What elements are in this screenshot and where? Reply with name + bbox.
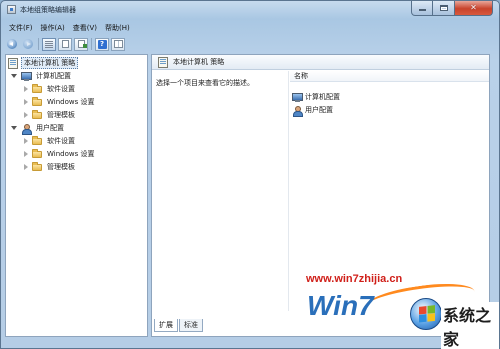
- app-window: 本地组策略编辑器 ✕ 文件(F) 操作(A) 查看(V) 帮助(H) ? 本地计…: [0, 0, 500, 349]
- toolbar: ?: [5, 36, 127, 52]
- close-icon: ✕: [470, 3, 477, 12]
- forward-button[interactable]: [21, 38, 35, 51]
- tab-extended[interactable]: 扩展: [154, 319, 178, 332]
- tree-item-user-config[interactable]: 用户配置: [10, 122, 66, 135]
- tree-item-computer-config[interactable]: 计算机配置: [10, 70, 73, 82]
- list-item-label: 计算机配置: [305, 93, 340, 101]
- minimize-button[interactable]: [411, 1, 433, 16]
- help-button[interactable]: ?: [95, 37, 109, 51]
- window-controls: ✕: [411, 1, 493, 16]
- policy-icon: [8, 58, 18, 69]
- tree-item-user-windows-settings[interactable]: Windows 设置: [22, 148, 96, 160]
- user-icon: [292, 105, 303, 117]
- list-item-label: 用户配置: [305, 106, 333, 114]
- title-bar: 本地组策略编辑器 ✕: [1, 1, 499, 21]
- back-button[interactable]: [5, 38, 19, 51]
- minimize-icon: [418, 9, 426, 11]
- collapse-arrow-icon[interactable]: [24, 138, 28, 144]
- view-tabs: 扩展 标准: [154, 319, 204, 332]
- show-hide-action-pane-button[interactable]: [111, 37, 125, 51]
- properties-button[interactable]: [58, 37, 72, 51]
- tree-item-label: 本地计算机 策略: [21, 57, 79, 69]
- properties-icon: [61, 40, 69, 48]
- tree-item-label: 管理模板: [47, 111, 75, 119]
- policy-icon: [158, 57, 168, 68]
- windows-flag-icon: [419, 305, 435, 323]
- tree-item-windows-settings[interactable]: Windows 设置: [22, 96, 96, 108]
- folder-icon: [32, 109, 42, 119]
- forward-arrow-icon: [23, 39, 33, 49]
- policy-editor-icon: [7, 5, 16, 14]
- menu-bar: 文件(F) 操作(A) 查看(V) 帮助(H): [5, 22, 134, 34]
- user-icon: [21, 123, 32, 135]
- toolbar-separator: [91, 38, 92, 50]
- watermark-url: www.win7zhijia.cn: [306, 273, 403, 285]
- tree-item-admin-templates[interactable]: 管理模板: [22, 109, 77, 121]
- computer-icon: [21, 71, 32, 81]
- menu-action[interactable]: 操作(A): [37, 22, 69, 34]
- collapse-arrow-icon[interactable]: [24, 86, 28, 92]
- folder-icon: [32, 83, 42, 93]
- tree-item-label: 软件设置: [47, 137, 75, 145]
- watermark-brand: 系统之家: [441, 302, 499, 349]
- collapse-arrow-icon[interactable]: [24, 164, 28, 170]
- show-hide-action-pane-icon: [113, 40, 123, 48]
- collapse-arrow-icon[interactable]: [24, 99, 28, 105]
- tree-item-label: 用户配置: [36, 124, 64, 132]
- folder-icon: [32, 135, 42, 145]
- folder-icon: [32, 96, 42, 106]
- menu-file[interactable]: 文件(F): [5, 22, 37, 34]
- collapse-arrow-icon[interactable]: [24, 151, 28, 157]
- tab-standard[interactable]: 标准: [179, 319, 203, 332]
- tree-item-label: 软件设置: [47, 85, 75, 93]
- tree-item-software-settings[interactable]: 软件设置: [22, 83, 77, 95]
- export-list-button[interactable]: [74, 37, 88, 51]
- show-hide-tree-button[interactable]: [42, 37, 56, 51]
- list-item-computer-config[interactable]: 计算机配置: [292, 91, 340, 103]
- show-hide-tree-icon: [45, 40, 53, 48]
- watermark-win-text: Win7: [307, 290, 374, 321]
- back-arrow-icon: [7, 39, 17, 49]
- expand-arrow-icon[interactable]: [11, 74, 17, 78]
- tree-pane: 本地计算机 策略 计算机配置 软件设置 Windows 设置 管理模板 用户配置: [5, 54, 148, 337]
- expand-arrow-icon[interactable]: [11, 126, 17, 130]
- tree-item-label: Windows 设置: [47, 98, 95, 106]
- watermark-logo: Win7 系统之家: [307, 278, 499, 349]
- tree-item-label: 计算机配置: [36, 72, 71, 80]
- description-text: 选择一个项目来查看它的描述。: [156, 79, 254, 87]
- tree-item-user-software-settings[interactable]: 软件设置: [22, 135, 77, 147]
- column-divider: [288, 71, 289, 311]
- toolbar-separator: [38, 38, 39, 50]
- folder-icon: [32, 148, 42, 158]
- help-icon: ?: [97, 39, 107, 49]
- tree-item-root[interactable]: 本地计算机 策略: [8, 57, 79, 69]
- window-title: 本地组策略编辑器: [20, 6, 76, 14]
- details-title: 本地计算机 策略: [173, 58, 225, 66]
- computer-icon: [292, 92, 303, 102]
- tree-item-label: Windows 设置: [47, 150, 95, 158]
- folder-icon: [32, 161, 42, 171]
- close-button[interactable]: ✕: [455, 1, 493, 16]
- tree-item-user-admin-templates[interactable]: 管理模板: [22, 161, 77, 173]
- export-list-icon: [77, 40, 87, 48]
- column-header-name[interactable]: 名称: [290, 71, 489, 82]
- tree-item-label: 管理模板: [47, 163, 75, 171]
- menu-view[interactable]: 查看(V): [69, 22, 101, 34]
- maximize-button[interactable]: [433, 1, 455, 16]
- menu-help[interactable]: 帮助(H): [101, 22, 134, 34]
- maximize-icon: [439, 5, 448, 11]
- details-header: 本地计算机 策略: [152, 55, 489, 70]
- windows-orb-icon: [410, 298, 442, 330]
- collapse-arrow-icon[interactable]: [24, 112, 28, 118]
- list-item-user-config[interactable]: 用户配置: [292, 104, 333, 117]
